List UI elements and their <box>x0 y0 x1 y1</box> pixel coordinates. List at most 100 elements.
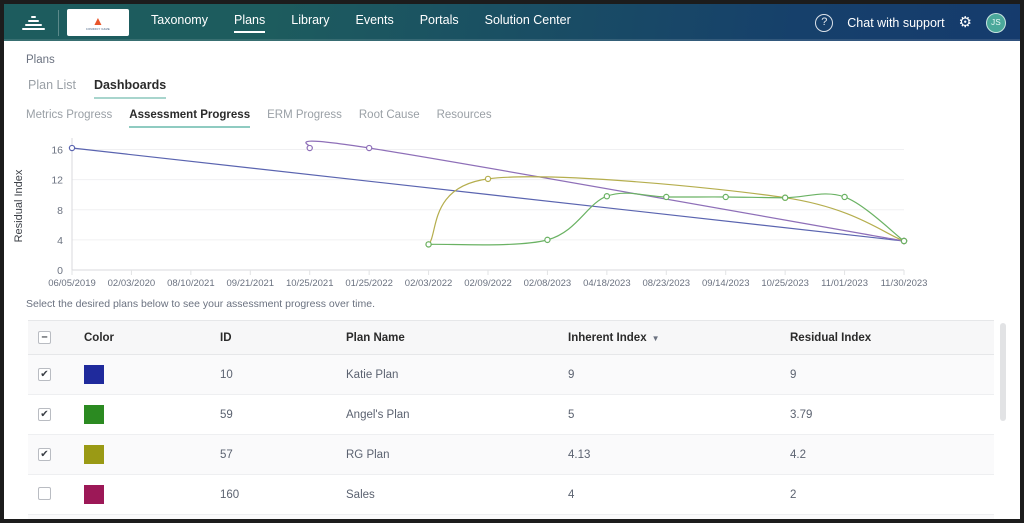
chart-line <box>72 148 904 241</box>
help-icon[interactable]: ? <box>815 14 833 32</box>
row-checkbox[interactable] <box>38 487 51 500</box>
table-scrollbar-thumb[interactable] <box>1000 323 1006 421</box>
helper-text: Select the desired plans below to see yo… <box>4 294 1020 310</box>
table-row[interactable]: 17Conan's Plan45 <box>28 515 994 520</box>
chart-data-point[interactable] <box>69 145 74 150</box>
chart-x-tick-label: 09/14/2023 <box>702 278 750 289</box>
chart-x-tick-label: 08/23/2023 <box>643 278 691 289</box>
tab-resources[interactable]: Resources <box>437 109 492 128</box>
nav-divider <box>58 10 59 36</box>
row-checkbox[interactable] <box>38 408 51 421</box>
table-row[interactable]: 160Sales42 <box>28 475 994 515</box>
chart-data-point[interactable] <box>604 194 609 199</box>
chart-series-angel-s-plan <box>426 193 907 247</box>
chart-data-point[interactable] <box>664 194 669 199</box>
chart-y-tick-label: 8 <box>57 205 63 217</box>
row-color-cell <box>72 475 208 515</box>
table-row[interactable]: 10Katie Plan99 <box>28 355 994 395</box>
chart-series-rg-plan <box>426 176 907 247</box>
gear-icon[interactable]: ⚙ <box>959 15 972 30</box>
chart-data-point[interactable] <box>545 237 550 242</box>
chart-x-tick-label: 06/05/2019 <box>48 278 96 289</box>
chart-y-tick-label: 16 <box>51 145 63 157</box>
brand-logo[interactable]: ▲ COMPANY NAME <box>67 9 129 36</box>
table-row[interactable]: 59Angel's Plan53.79 <box>28 395 994 435</box>
column-header-inherent-index[interactable]: Inherent Index▼ <box>556 321 778 355</box>
select-all-checkbox[interactable] <box>38 331 51 344</box>
column-header-id[interactable]: ID <box>208 321 334 355</box>
plans-table: Color ID Plan Name Inherent Index▼ Resid… <box>28 321 994 519</box>
chart-data-point[interactable] <box>901 238 906 243</box>
column-header-color[interactable]: Color <box>72 321 208 355</box>
chart-x-tick-label: 08/10/2021 <box>167 278 215 289</box>
row-residual-index-cell: 2 <box>778 475 994 515</box>
color-swatch <box>84 485 104 504</box>
chart-y-tick-label: 4 <box>57 235 63 247</box>
column-header-plan-name[interactable]: Plan Name <box>334 321 556 355</box>
row-residual-index-cell: 9 <box>778 355 994 395</box>
row-select-cell <box>28 435 72 475</box>
table-head: Color ID Plan Name Inherent Index▼ Resid… <box>28 321 994 355</box>
table-row[interactable]: 57RG Plan4.134.2 <box>28 435 994 475</box>
nav-link-portals[interactable]: Portals <box>420 13 459 33</box>
row-color-cell <box>72 355 208 395</box>
chart-data-point[interactable] <box>307 145 312 150</box>
chart-line <box>306 141 904 241</box>
chat-with-support-button[interactable]: Chat with support <box>847 16 944 30</box>
row-inherent-index-cell: 4 <box>556 515 778 520</box>
chart-data-point[interactable] <box>367 145 372 150</box>
brand-wordmark: COMPANY NAME <box>86 28 110 31</box>
row-checkbox[interactable] <box>38 448 51 461</box>
row-color-cell <box>72 435 208 475</box>
row-plan-name-cell: Katie Plan <box>334 355 556 395</box>
tab-erm-progress[interactable]: ERM Progress <box>267 109 342 128</box>
chart-x-tick-label: 02/03/2020 <box>108 278 156 289</box>
select-all-header <box>28 321 72 355</box>
row-inherent-index-cell: 4 <box>556 475 778 515</box>
color-swatch <box>84 445 104 464</box>
row-plan-name-cell: Angel's Plan <box>334 395 556 435</box>
table-scrollbar[interactable] <box>1000 321 1006 519</box>
row-select-cell <box>28 515 72 520</box>
chart-data-point[interactable] <box>723 194 728 199</box>
nav-link-taxonomy[interactable]: Taxonomy <box>151 13 208 33</box>
chart-data-point[interactable] <box>783 195 788 200</box>
chart-x-tick-label: 10/25/2023 <box>761 278 809 289</box>
tab-metrics-progress[interactable]: Metrics Progress <box>26 109 112 128</box>
chart-x-tick-label: 04/18/2023 <box>583 278 631 289</box>
row-checkbox[interactable] <box>38 368 51 381</box>
row-id-cell: 57 <box>208 435 334 475</box>
chart-x-tick-label: 11/01/2023 <box>821 278 868 289</box>
tab-assessment-progress[interactable]: Assessment Progress <box>129 109 250 128</box>
chart-data-point[interactable] <box>485 176 490 181</box>
nav-link-events[interactable]: Events <box>355 13 393 33</box>
row-residual-index-cell: 3.79 <box>778 395 994 435</box>
row-id-cell: 10 <box>208 355 334 395</box>
row-inherent-index-cell: 5 <box>556 395 778 435</box>
color-swatch <box>84 365 104 384</box>
table-body: 10Katie Plan9959Angel's Plan53.7957RG Pl… <box>28 355 994 520</box>
row-select-cell <box>28 395 72 435</box>
chart-x-tick-label: 09/21/2021 <box>227 278 275 289</box>
avatar[interactable]: JS <box>986 13 1006 33</box>
tab-root-cause[interactable]: Root Cause <box>359 109 420 128</box>
row-residual-index-cell: 5 <box>778 515 994 520</box>
chart-data-point[interactable] <box>426 242 431 247</box>
tab-plan-list[interactable]: Plan List <box>28 78 76 99</box>
color-swatch <box>84 405 104 424</box>
nav-link-plans[interactable]: Plans <box>234 13 265 33</box>
app-window: ▲ COMPANY NAME Taxonomy Plans Library Ev… <box>4 4 1020 519</box>
row-plan-name-cell: Conan's Plan <box>334 515 556 520</box>
row-id-cell: 59 <box>208 395 334 435</box>
sort-descending-icon: ▼ <box>652 334 660 343</box>
table-header-row: Color ID Plan Name Inherent Index▼ Resid… <box>28 321 994 355</box>
nav-link-library[interactable]: Library <box>291 13 329 33</box>
tab-dashboards[interactable]: Dashboards <box>94 78 166 99</box>
row-color-cell <box>72 395 208 435</box>
nav-link-solution-center[interactable]: Solution Center <box>485 13 571 33</box>
column-header-residual-index[interactable]: Residual Index <box>778 321 994 355</box>
chart-data-point[interactable] <box>842 194 847 199</box>
row-inherent-index-cell: 4.13 <box>556 435 778 475</box>
chart-x-tick-label: 01/25/2022 <box>345 278 393 289</box>
pyramid-logo-icon[interactable] <box>16 16 50 30</box>
